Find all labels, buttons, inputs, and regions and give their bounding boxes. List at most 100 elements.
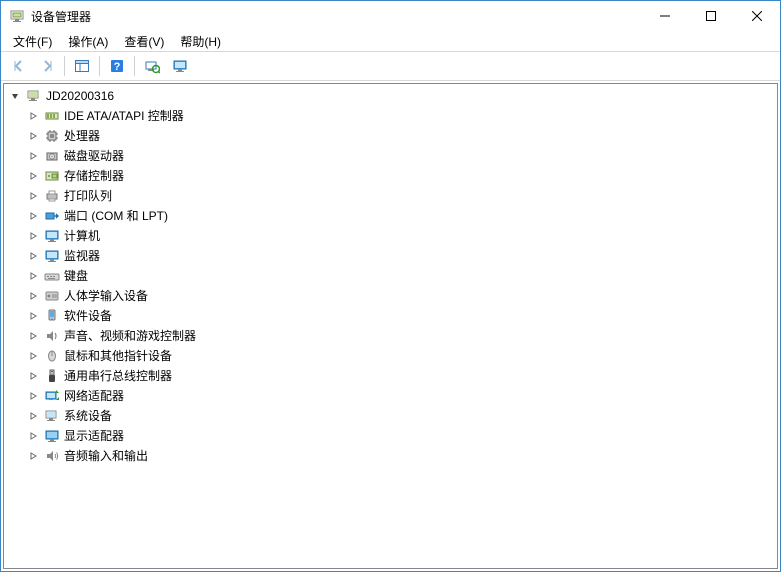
tree-category[interactable]: 人体学输入设备 <box>4 286 777 306</box>
tree-category[interactable]: 软件设备 <box>4 306 777 326</box>
tree-category[interactable]: 网络适配器 <box>4 386 777 406</box>
software-icon <box>44 308 60 324</box>
tree-category[interactable]: 显示适配器 <box>4 426 777 446</box>
toolbar: ? <box>1 51 780 81</box>
tree-category-label: 系统设备 <box>64 406 120 426</box>
tree-category-label: 人体学输入设备 <box>64 286 156 306</box>
expand-toggle-icon[interactable] <box>26 409 40 423</box>
menu-view[interactable]: 查看(V) <box>116 31 172 52</box>
tree-root[interactable]: JD20200316 <box>4 86 777 106</box>
tree-category[interactable]: 通用串行总线控制器 <box>4 366 777 386</box>
printer-icon <box>44 188 60 204</box>
computer-icon <box>26 88 42 104</box>
device-tree: JD20200316IDE ATA/ATAPI 控制器处理器磁盘驱动器存储控制器… <box>4 84 777 468</box>
monitor-icon <box>44 248 60 264</box>
toolbar-separator <box>99 56 100 76</box>
titlebar: 设备管理器 <box>1 1 780 31</box>
svg-text:?: ? <box>114 61 121 73</box>
expand-toggle-icon[interactable] <box>26 269 40 283</box>
mouse-icon <box>44 348 60 364</box>
hid-icon <box>44 288 60 304</box>
scan-hardware-button[interactable] <box>139 53 165 79</box>
tree-category[interactable]: 鼠标和其他指针设备 <box>4 346 777 366</box>
monitor-icon <box>44 228 60 244</box>
tree-category[interactable]: 处理器 <box>4 126 777 146</box>
expand-toggle-icon[interactable] <box>26 289 40 303</box>
forward-button[interactable] <box>34 53 60 79</box>
expand-toggle-icon[interactable] <box>26 149 40 163</box>
expand-toggle-icon[interactable] <box>26 249 40 263</box>
tree-category-label: 处理器 <box>64 126 108 146</box>
keyboard-icon <box>44 268 60 284</box>
expand-toggle-icon[interactable] <box>26 129 40 143</box>
menu-action[interactable]: 操作(A) <box>60 31 116 52</box>
close-button[interactable] <box>734 1 780 31</box>
tree-category[interactable]: 监视器 <box>4 246 777 266</box>
expand-toggle-icon[interactable] <box>26 169 40 183</box>
tree-category[interactable]: 键盘 <box>4 266 777 286</box>
tree-category[interactable]: IDE ATA/ATAPI 控制器 <box>4 106 777 126</box>
expand-toggle-icon[interactable] <box>26 369 40 383</box>
tree-category-label: 声音、视频和游戏控制器 <box>64 326 204 346</box>
expand-toggle-icon[interactable] <box>26 309 40 323</box>
expand-toggle-icon[interactable] <box>26 389 40 403</box>
tree-category[interactable]: 系统设备 <box>4 406 777 426</box>
maximize-button[interactable] <box>688 1 734 31</box>
ide-icon <box>44 108 60 124</box>
tree-category-label: 存储控制器 <box>64 166 132 186</box>
menu-help[interactable]: 帮助(H) <box>172 31 229 52</box>
expand-toggle-icon[interactable] <box>26 229 40 243</box>
cpu-icon <box>44 128 60 144</box>
expand-toggle-icon[interactable] <box>26 449 40 463</box>
tree-category-label: IDE ATA/ATAPI 控制器 <box>64 106 192 126</box>
window-controls <box>642 1 780 31</box>
minimize-button[interactable] <box>642 1 688 31</box>
toolbar-separator <box>64 56 65 76</box>
tree-category[interactable]: 存储控制器 <box>4 166 777 186</box>
tree-category[interactable]: 磁盘驱动器 <box>4 146 777 166</box>
expand-toggle-icon[interactable] <box>26 429 40 443</box>
tree-category-label: 网络适配器 <box>64 386 132 406</box>
monitor-button[interactable] <box>167 53 193 79</box>
tree-category-label: 计算机 <box>64 226 108 246</box>
toolbar-separator <box>134 56 135 76</box>
window-title: 设备管理器 <box>31 8 91 25</box>
tree-root-label: JD20200316 <box>46 86 122 106</box>
tree-category[interactable]: 音频输入和输出 <box>4 446 777 466</box>
tree-category-label: 显示适配器 <box>64 426 132 446</box>
disk-icon <box>44 148 60 164</box>
back-button[interactable] <box>6 53 32 79</box>
tree-category-label: 键盘 <box>64 266 96 286</box>
device-tree-panel[interactable]: JD20200316IDE ATA/ATAPI 控制器处理器磁盘驱动器存储控制器… <box>3 83 778 569</box>
system-icon <box>44 408 60 424</box>
storage-icon <box>44 168 60 184</box>
menu-file[interactable]: 文件(F) <box>5 31 60 52</box>
device-manager-window: 设备管理器 文件(F) 操作(A) 查看(V) 帮助(H) ? JD202003… <box>0 0 781 572</box>
expand-toggle-icon[interactable] <box>26 329 40 343</box>
expand-toggle-icon[interactable] <box>26 209 40 223</box>
network-icon <box>44 388 60 404</box>
help-button[interactable]: ? <box>104 53 130 79</box>
show-hide-console-tree-button[interactable] <box>69 53 95 79</box>
tree-category[interactable]: 声音、视频和游戏控制器 <box>4 326 777 346</box>
expand-toggle-icon[interactable] <box>26 349 40 363</box>
expand-toggle-icon[interactable] <box>8 89 22 103</box>
expand-toggle-icon[interactable] <box>26 109 40 123</box>
tree-category-label: 打印队列 <box>64 186 120 206</box>
tree-category-label: 端口 (COM 和 LPT) <box>64 206 176 226</box>
tree-category-label: 磁盘驱动器 <box>64 146 132 166</box>
audio-icon <box>44 448 60 464</box>
tree-category[interactable]: 端口 (COM 和 LPT) <box>4 206 777 226</box>
tree-category-label: 鼠标和其他指针设备 <box>64 346 180 366</box>
expand-toggle-icon[interactable] <box>26 189 40 203</box>
tree-category[interactable]: 打印队列 <box>4 186 777 206</box>
tree-category-label: 软件设备 <box>64 306 120 326</box>
tree-category[interactable]: 计算机 <box>4 226 777 246</box>
port-icon <box>44 208 60 224</box>
app-icon <box>9 8 25 24</box>
sound-icon <box>44 328 60 344</box>
tree-category-label: 音频输入和输出 <box>64 446 156 466</box>
tree-category-label: 监视器 <box>64 246 108 266</box>
display-icon <box>44 428 60 444</box>
usb-icon <box>44 368 60 384</box>
